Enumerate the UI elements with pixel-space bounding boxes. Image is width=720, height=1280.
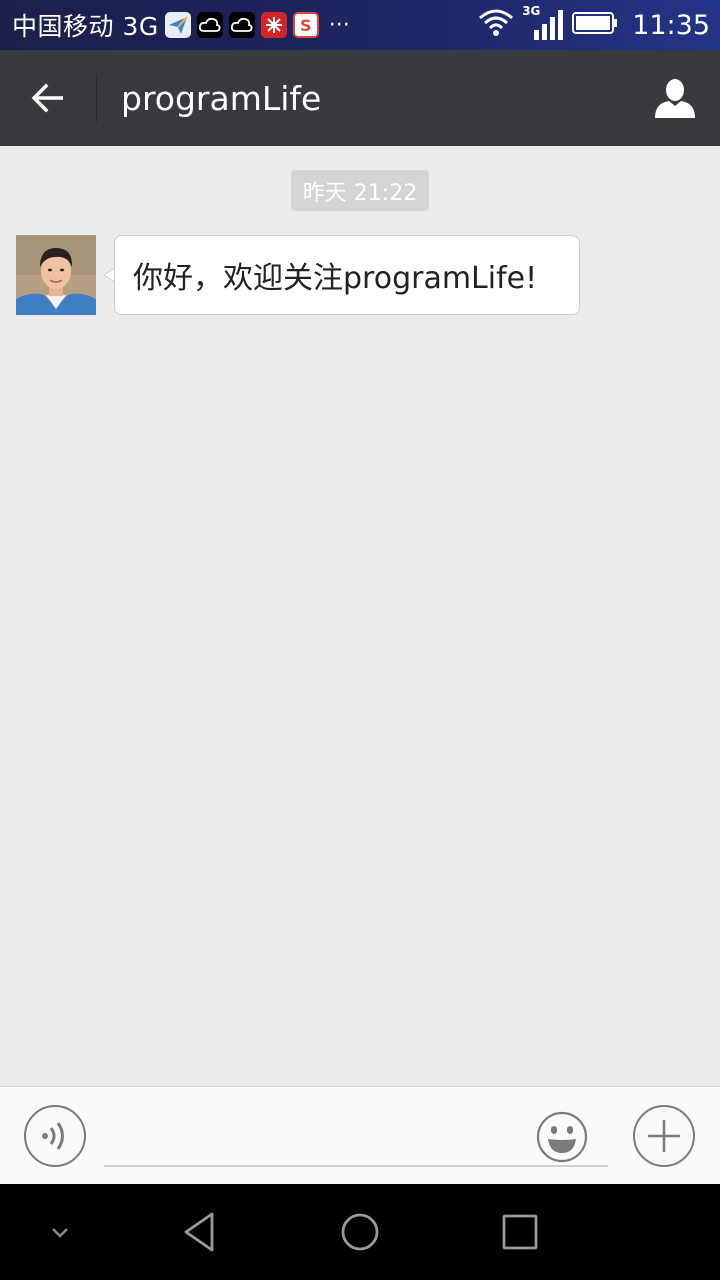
cloud-icon [228, 12, 255, 38]
recents-square-icon [502, 1214, 538, 1250]
profile-button[interactable] [630, 50, 720, 146]
voice-icon [42, 1122, 64, 1150]
clock: 11:35 [632, 9, 710, 41]
chevron-down-icon [52, 1228, 68, 1238]
nav-home-button[interactable] [320, 1184, 400, 1280]
message-text: 你好，欢迎关注programLife! [133, 261, 538, 296]
signal-icon: 3G [522, 4, 564, 42]
battery-icon [572, 11, 618, 39]
hide-keyboard-button[interactable] [30, 1184, 90, 1280]
person-icon [655, 79, 695, 118]
avatar[interactable] [16, 235, 96, 315]
navigation-bar [0, 1184, 720, 1280]
wifi-icon [478, 8, 514, 42]
status-right: 3G 11:35 [478, 4, 710, 42]
arrow-left-icon [31, 83, 63, 113]
cloud-icon [196, 12, 223, 38]
timestamp-chip: 昨天 21:22 [291, 170, 429, 211]
home-circle-icon [341, 1213, 379, 1251]
smiley-icon [536, 1111, 588, 1163]
nav-recents-button[interactable] [480, 1184, 560, 1280]
title-divider [96, 74, 97, 122]
status-bar: 中国移动 3G S ··· 3G 11:35 [0, 0, 720, 50]
back-triangle-icon [184, 1212, 214, 1252]
sogou-icon: S [292, 12, 319, 38]
emoji-button[interactable] [536, 1111, 588, 1163]
input-bar [0, 1086, 720, 1184]
message-input[interactable] [104, 1107, 608, 1167]
message-bubble[interactable]: 你好，欢迎关注programLife! [114, 235, 580, 315]
flower-icon [260, 12, 287, 38]
chat-area[interactable]: 昨天 21:22 你好，欢迎关注programLife! [0, 146, 720, 1086]
overflow-indicator: ··· [328, 12, 350, 38]
carrier-label: 中国移动 3G [12, 12, 159, 41]
nav-back-button[interactable] [160, 1184, 240, 1280]
more-button[interactable] [633, 1105, 695, 1167]
status-left: 中国移动 3G S ··· [12, 7, 478, 43]
title-bar: programLife [0, 50, 720, 146]
voice-button[interactable] [24, 1105, 86, 1167]
back-button[interactable] [0, 50, 96, 146]
page-title: programLife [121, 78, 322, 118]
paper-plane-icon [164, 12, 191, 38]
plus-icon [648, 1120, 680, 1152]
